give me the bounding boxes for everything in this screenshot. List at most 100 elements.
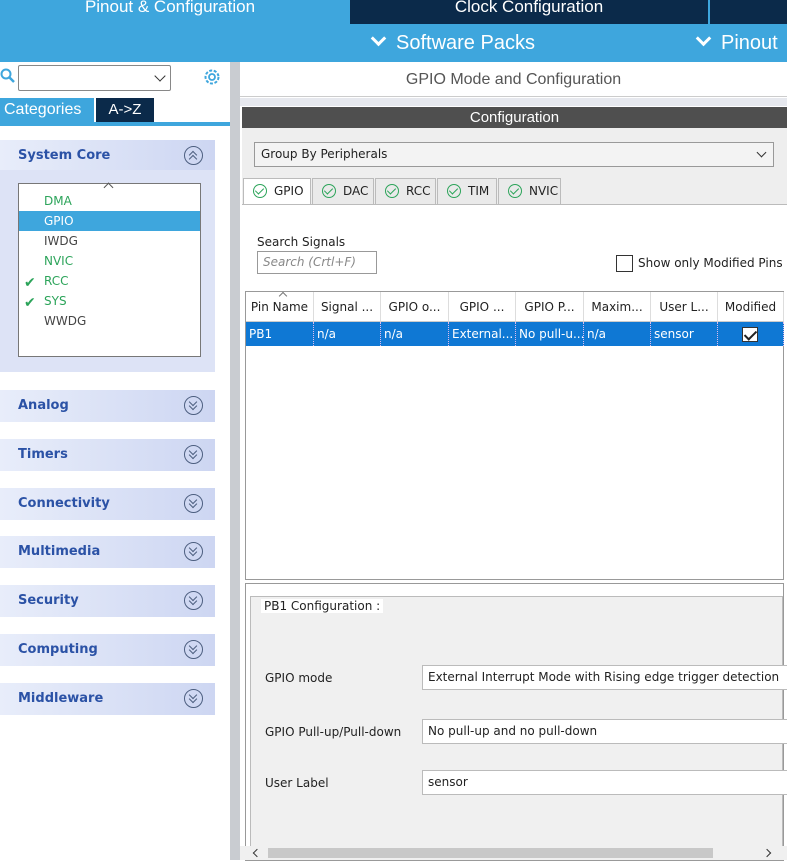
show-modified-checkbox[interactable]: [616, 255, 633, 272]
list-item-label: WWDG: [44, 314, 87, 328]
section-analog[interactable]: Analog: [0, 390, 215, 422]
section-system-core[interactable]: System Core: [0, 140, 215, 172]
gpio-pull-select[interactable]: No pull-up and no pull-down: [422, 719, 787, 744]
scroll-left-icon[interactable]: [252, 848, 262, 858]
tab-dac[interactable]: DAC: [312, 178, 374, 204]
col-header-max-speed[interactable]: Maxim...: [584, 292, 651, 322]
col-header-signal[interactable]: Signal ...: [314, 292, 381, 322]
section-middleware[interactable]: Middleware: [0, 683, 215, 715]
list-item-wwdg[interactable]: WWDG: [19, 311, 200, 331]
list-item-sys[interactable]: ✔ SYS: [19, 291, 200, 311]
software-packs-label: Software Packs: [396, 32, 535, 54]
col-header-gpio-pull[interactable]: GPIO P...: [516, 292, 584, 322]
cell-pin-name[interactable]: PB1: [246, 322, 314, 346]
panel-title: GPIO Mode and Configuration: [240, 62, 787, 97]
section-label: Computing: [18, 642, 98, 657]
tab-clock-configuration[interactable]: Clock Configuration: [350, 0, 708, 24]
col-header-gpio-mode[interactable]: GPIO ...: [449, 292, 516, 322]
cell-gpio-output[interactable]: n/a: [381, 322, 449, 346]
expand-icon[interactable]: [184, 640, 203, 659]
tab-label: NVIC: [529, 184, 559, 198]
pinout-menu[interactable]: Pinout: [695, 30, 778, 55]
user-label-input[interactable]: sensor: [422, 770, 787, 795]
tab-rcc[interactable]: RCC: [375, 178, 436, 204]
expand-icon[interactable]: [184, 494, 203, 513]
section-label: Analog: [18, 398, 69, 413]
tab-nvic[interactable]: NVIC: [498, 178, 561, 204]
toolbar: Software Packs Pinout: [0, 24, 787, 62]
section-connectivity[interactable]: Connectivity: [0, 488, 215, 520]
list-item-rcc[interactable]: ✔ RCC: [19, 271, 200, 291]
section-label: System Core: [18, 148, 111, 163]
list-item-iwdg[interactable]: IWDG: [19, 231, 200, 251]
software-packs-menu[interactable]: Software Packs: [370, 30, 535, 55]
panel-splitter[interactable]: [230, 62, 240, 860]
ok-check-icon: [508, 184, 522, 198]
section-label: Middleware: [18, 691, 104, 706]
list-item-label: RCC: [44, 274, 69, 288]
tab-underline: [0, 122, 230, 126]
section-multimedia[interactable]: Multimedia: [0, 536, 215, 568]
collapse-icon[interactable]: [184, 146, 203, 165]
cell-gpio-mode[interactable]: External...: [449, 322, 516, 346]
check-icon: ✔: [24, 275, 36, 291]
gpio-pull-label: GPIO Pull-up/Pull-down: [265, 725, 402, 739]
show-modified-label: Show only Modified Pins: [638, 256, 783, 270]
gpio-mode-configuration-panel: GPIO Mode and Configuration Configuratio…: [240, 62, 787, 861]
col-header-pin-name[interactable]: Pin Name: [246, 292, 314, 322]
pinout-label: Pinout: [721, 32, 778, 54]
gpio-tab-content: Search Signals Search (Crtl+F) Show only…: [242, 204, 787, 861]
category-search-combo[interactable]: [18, 65, 171, 91]
cell-max-speed[interactable]: n/a: [584, 322, 651, 346]
search-signals-input[interactable]: Search (Crtl+F): [257, 251, 377, 274]
expand-icon[interactable]: [184, 689, 203, 708]
gpio-mode-select[interactable]: External Interrupt Mode with Rising edge…: [422, 665, 787, 690]
section-label: Connectivity: [18, 496, 110, 511]
cell-user-label[interactable]: sensor: [651, 322, 718, 346]
search-signals-label: Search Signals: [257, 235, 346, 249]
tab-gpio[interactable]: GPIO: [243, 178, 311, 205]
system-core-panel: DMA GPIO IWDG NVIC ✔ RCC ✔ SYS WWDG: [0, 170, 215, 372]
scroll-right-icon[interactable]: [762, 848, 772, 858]
search-icon[interactable]: [0, 68, 16, 84]
cell-signal[interactable]: n/a: [314, 322, 381, 346]
list-item-label: DMA: [44, 194, 72, 208]
pin-configuration-title: PB1 Configuration :: [261, 599, 384, 613]
chevron-down-icon[interactable]: [154, 70, 166, 82]
section-computing[interactable]: Computing: [0, 634, 215, 666]
system-core-list[interactable]: DMA GPIO IWDG NVIC ✔ RCC ✔ SYS WWDG: [18, 182, 201, 357]
expand-icon[interactable]: [184, 396, 203, 415]
section-label: Multimedia: [18, 544, 101, 559]
expand-icon[interactable]: [184, 445, 203, 464]
pin-configuration-frame: PB1 Configuration : GPIO mode External I…: [250, 596, 787, 854]
tab-a-to-z[interactable]: A->Z: [96, 98, 154, 122]
section-label: Timers: [18, 447, 68, 462]
group-by-select[interactable]: Group By Peripherals: [254, 142, 774, 167]
ok-check-icon: [322, 184, 336, 198]
ok-check-icon: [253, 184, 267, 198]
list-item-nvic[interactable]: NVIC: [19, 251, 200, 271]
expand-icon[interactable]: [184, 542, 203, 561]
pin-configuration-panel: PB1 Configuration : GPIO mode External I…: [245, 583, 787, 861]
peripheral-tabs: GPIO DAC RCC TIM NVIC: [242, 178, 787, 205]
cell-gpio-pull[interactable]: No pull-u...: [516, 322, 584, 346]
horizontal-scrollbar[interactable]: [240, 846, 787, 860]
group-by-value: Group By Peripherals: [261, 147, 388, 161]
expand-icon[interactable]: [184, 591, 203, 610]
gear-icon[interactable]: [202, 67, 222, 87]
section-timers[interactable]: Timers: [0, 439, 215, 471]
list-item-gpio[interactable]: GPIO: [19, 211, 200, 231]
col-header-user-label[interactable]: User L...: [651, 292, 718, 322]
col-header-gpio-output[interactable]: GPIO o...: [381, 292, 449, 322]
tab-more[interactable]: [710, 0, 787, 24]
tab-label: GPIO: [274, 184, 304, 198]
list-item-dma[interactable]: DMA: [19, 191, 200, 211]
tab-categories[interactable]: Categories: [0, 98, 94, 122]
modified-checkbox[interactable]: [742, 327, 758, 342]
section-security[interactable]: Security: [0, 585, 215, 617]
scrollbar-thumb[interactable]: [268, 848, 713, 858]
tab-pinout-configuration[interactable]: Pinout & Configuration: [0, 0, 340, 24]
tab-tim[interactable]: TIM: [437, 178, 497, 204]
chevron-down-icon[interactable]: [756, 147, 767, 158]
col-header-modified[interactable]: Modified: [718, 292, 784, 322]
